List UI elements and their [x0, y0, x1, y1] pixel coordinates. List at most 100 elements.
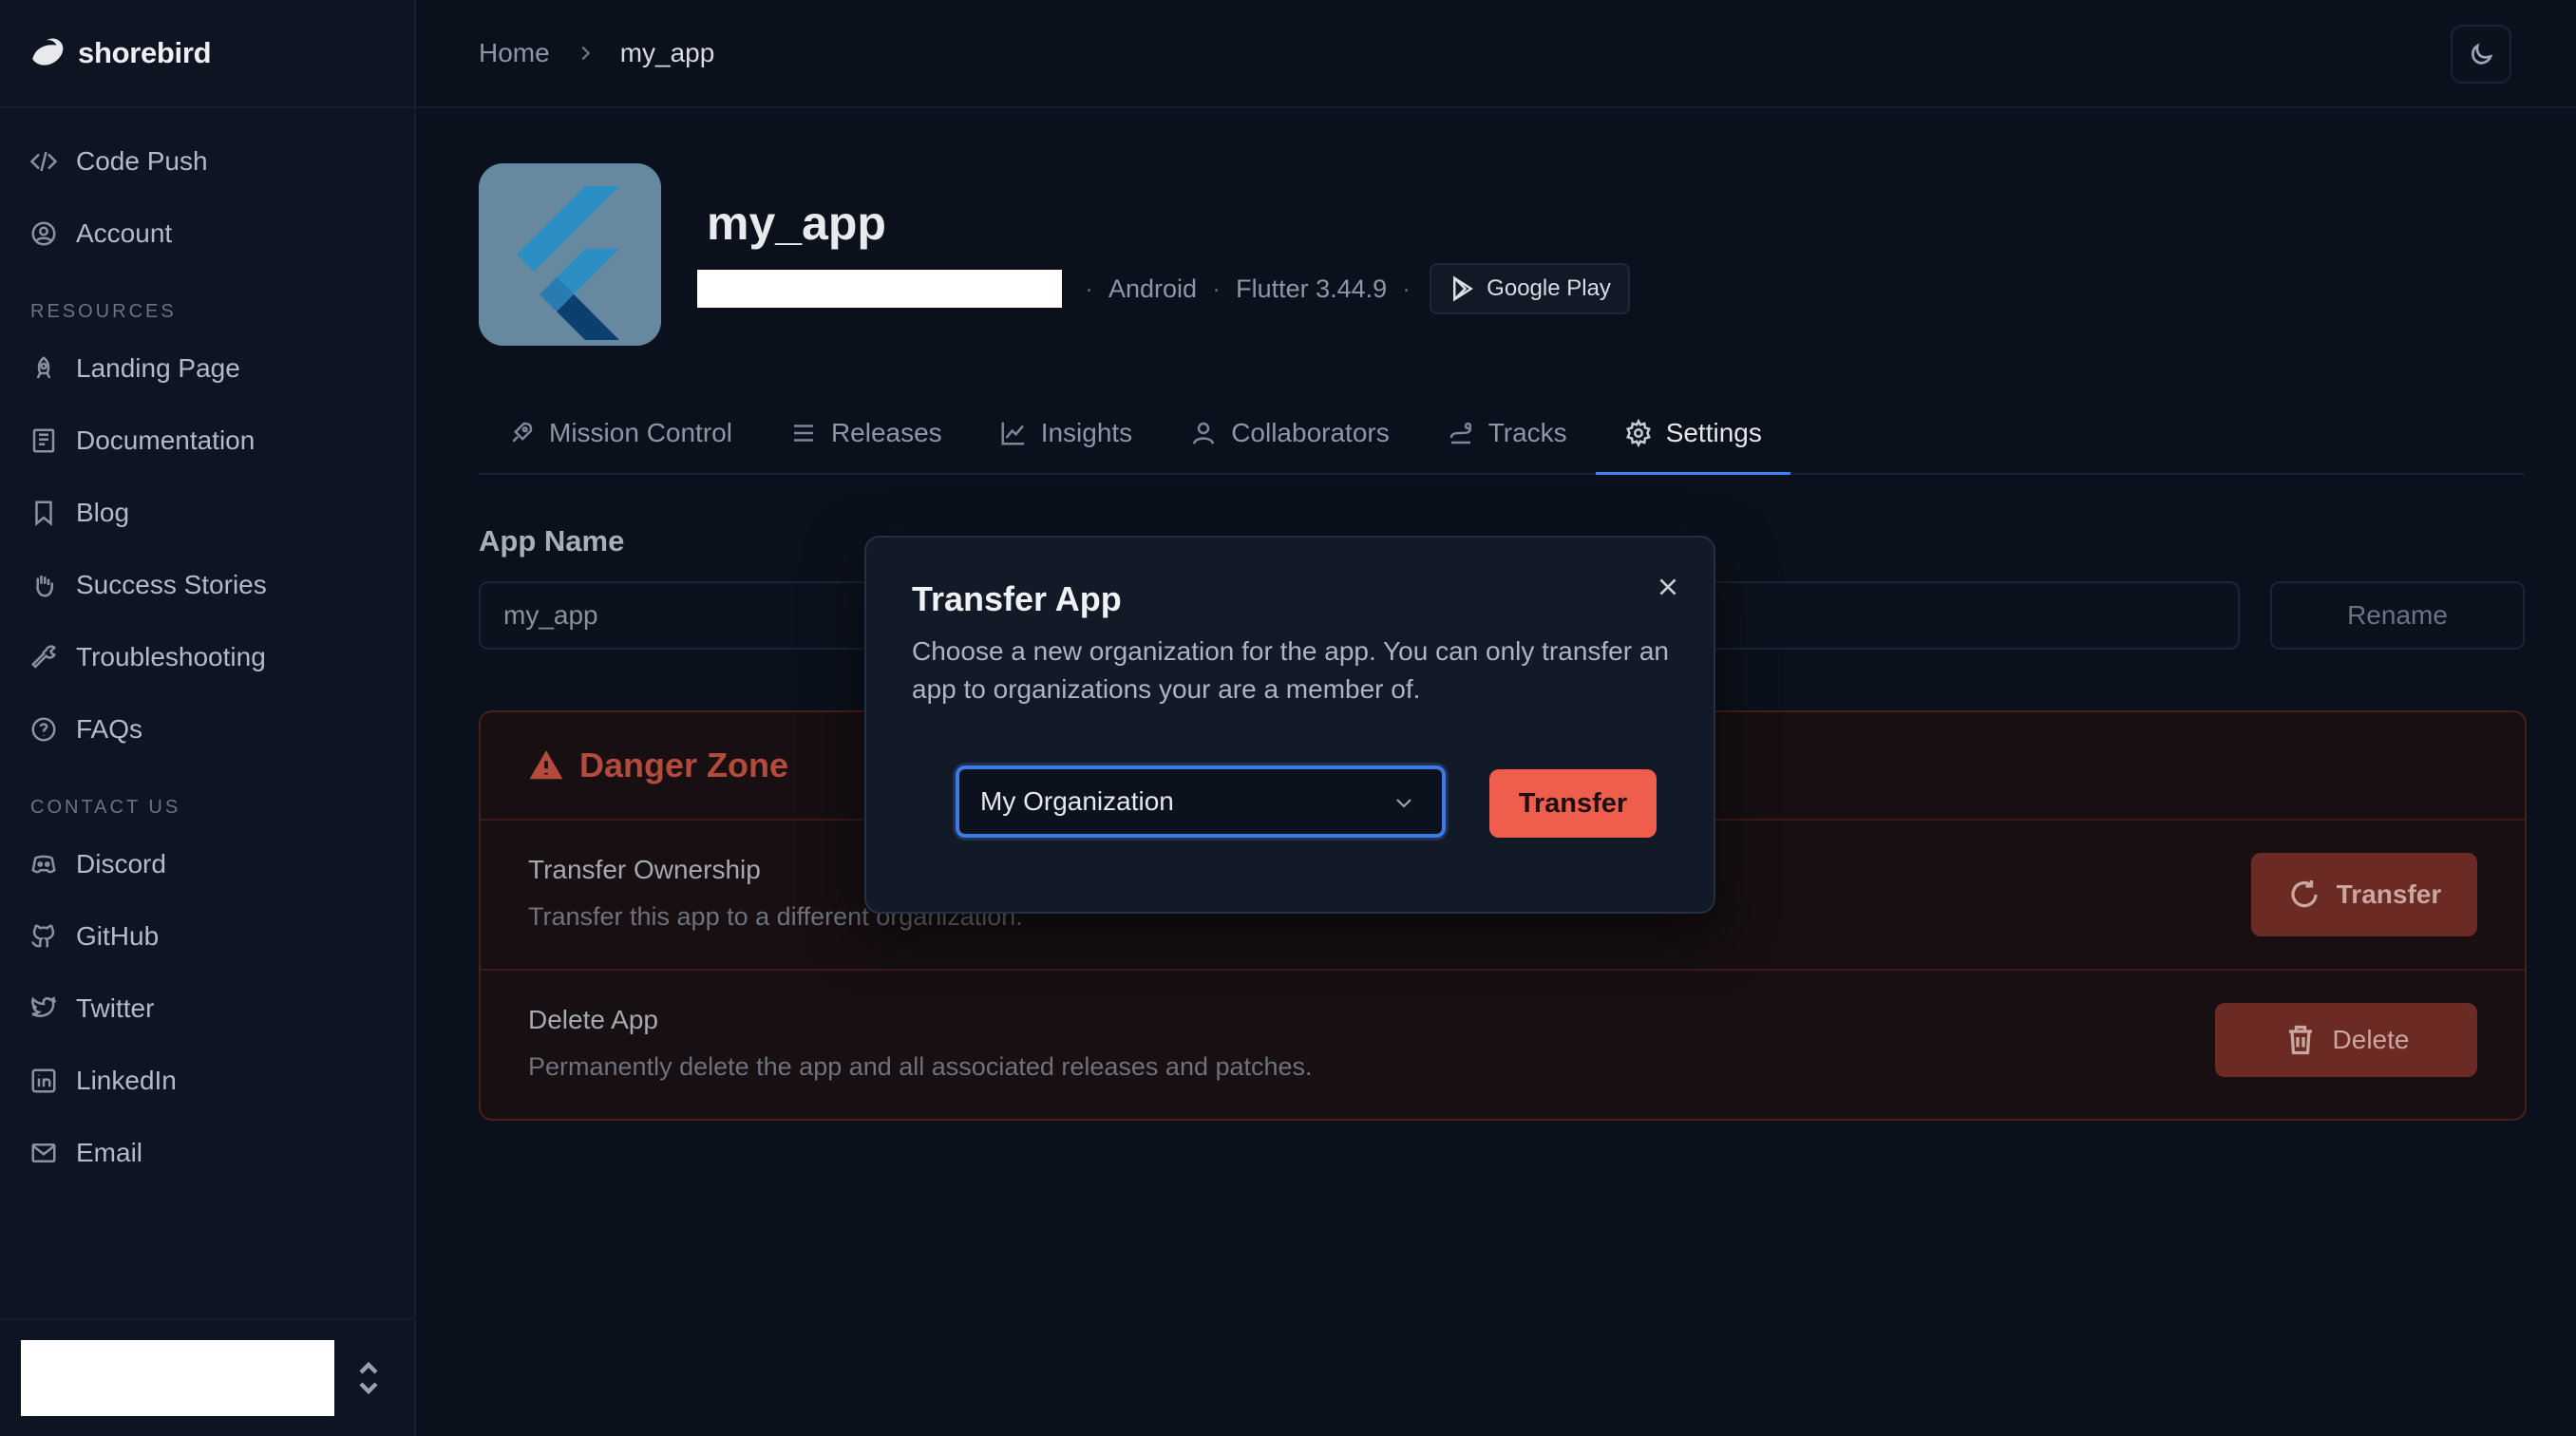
top-header: Home my_app — [416, 0, 2576, 108]
shorebird-logo-icon — [32, 38, 64, 66]
flutter-logo-icon — [479, 163, 661, 346]
redacted-block — [697, 270, 1062, 308]
tab-label: Collaborators — [1231, 418, 1390, 447]
store-label: Google Play — [1487, 275, 1611, 301]
sidebar-item-label: Success Stories — [76, 570, 267, 599]
chevron-up-down-icon — [355, 1359, 382, 1397]
sidebar-item-label: Twitter — [76, 993, 155, 1023]
section-label-resources: RESOURCES — [30, 301, 177, 322]
sidebar-item-discord[interactable]: Discord — [0, 828, 414, 900]
selected-organization: My Organization — [980, 786, 1174, 816]
tab-label: Releases — [830, 418, 942, 447]
breadcrumb-current: my_app — [619, 38, 715, 67]
transfer-ownership-button[interactable]: Transfer — [2251, 853, 2477, 936]
rename-button[interactable]: Rename — [2270, 581, 2525, 650]
tab-label: Mission Control — [549, 418, 732, 447]
platform-label: Android — [1108, 274, 1198, 303]
sidebar-item-github[interactable]: GitHub — [0, 900, 414, 973]
tab-label: Settings — [1665, 418, 1762, 447]
sidebar-item-troubleshooting[interactable]: Troubleshooting — [0, 621, 414, 693]
account-icon — [28, 218, 59, 249]
account-switcher[interactable] — [0, 1318, 414, 1436]
sidebar-item-faqs[interactable]: FAQs — [0, 693, 414, 765]
breadcrumb-home[interactable]: Home — [479, 38, 550, 68]
chevron-down-icon — [1396, 799, 1411, 808]
hand-icon — [28, 570, 59, 600]
sidebar-item-label: Landing Page — [76, 353, 240, 383]
delete-app-row: Delete App Permanently delete the app an… — [481, 971, 2525, 1121]
sidebar-item-label: Account — [76, 218, 173, 248]
sidebar: shorebird Code Push Account RESOURCES La… — [0, 0, 416, 1436]
help-icon — [28, 714, 59, 745]
github-icon — [28, 921, 59, 952]
tab-releases[interactable]: Releases — [761, 393, 971, 473]
delete-app-button[interactable]: Delete — [2215, 1003, 2477, 1077]
dialog-description: Choose a new organization for the app. Y… — [912, 636, 1669, 704]
confirm-transfer-button[interactable]: Transfer — [1489, 769, 1657, 838]
play-icon — [1453, 275, 1474, 302]
dialog-title: Transfer App — [912, 579, 1122, 618]
moon-icon — [2472, 43, 2493, 65]
sidebar-item-account[interactable]: Account — [0, 198, 414, 270]
separator-dot: · — [1085, 274, 1093, 303]
twitter-icon — [28, 993, 59, 1024]
sidebar-item-landing-page[interactable]: Landing Page — [0, 332, 414, 405]
rocket-icon — [28, 353, 59, 384]
sidebar-item-label: Discord — [76, 849, 166, 879]
redacted-block — [21, 1340, 334, 1416]
separator-dot: · — [1402, 274, 1411, 303]
app-icon — [479, 163, 661, 346]
danger-zone-title: Danger Zone — [579, 746, 789, 784]
mail-icon — [28, 1138, 59, 1168]
rocket-icon — [512, 422, 533, 443]
tab-tracks[interactable]: Tracks — [1418, 393, 1596, 473]
close-button[interactable] — [1651, 570, 1685, 604]
warning-icon — [529, 750, 563, 780]
transfer-app-dialog: Transfer App Choose a new organization f… — [864, 536, 1715, 914]
transfer-ownership-title: Transfer Ownership — [528, 855, 761, 884]
sidebar-item-email[interactable]: Email — [0, 1117, 414, 1189]
discord-icon — [28, 849, 59, 879]
tab-insights[interactable]: Insights — [971, 393, 1162, 473]
refresh-icon — [2291, 880, 2318, 908]
tab-collaborators[interactable]: Collaborators — [1161, 393, 1418, 473]
book-icon — [28, 425, 59, 456]
sidebar-item-label: GitHub — [76, 921, 160, 951]
bookmark-icon — [28, 498, 59, 528]
user-icon — [1192, 422, 1215, 444]
sidebar-item-linkedin[interactable]: LinkedIn — [0, 1045, 414, 1117]
organization-select[interactable]: My Organization — [956, 765, 1446, 838]
sidebar-item-label: Blog — [76, 498, 130, 527]
sidebar-item-code-push[interactable]: Code Push — [0, 125, 414, 198]
brand-name: shorebird — [78, 36, 212, 69]
sidebar-item-label: Troubleshooting — [76, 642, 266, 671]
app-title: my_app — [707, 197, 886, 250]
tab-mission-control[interactable]: Mission Control — [479, 393, 761, 473]
button-label: Delete — [2332, 1025, 2410, 1054]
app-meta: · Android · Flutter 3.44.9 · Google Play — [697, 262, 1630, 315]
button-label: Transfer — [2336, 879, 2442, 909]
trash-icon — [2288, 1025, 2312, 1055]
gear-icon — [1625, 419, 1651, 447]
flutter-version: Flutter 3.44.9 — [1236, 274, 1388, 303]
sidebar-item-blog[interactable]: Blog — [0, 477, 414, 549]
sidebar-item-label: Documentation — [76, 425, 256, 455]
tab-label: Tracks — [1487, 418, 1567, 447]
delete-app-desc: Permanently delete the app and all assoc… — [528, 1052, 1313, 1081]
wrench-icon — [28, 642, 59, 672]
sidebar-item-twitter[interactable]: Twitter — [0, 973, 414, 1045]
list-icon — [793, 425, 813, 442]
sidebar-item-documentation[interactable]: Documentation — [0, 405, 414, 477]
separator-dot: · — [1212, 274, 1222, 303]
delete-app-title: Delete App — [528, 1005, 658, 1034]
google-play-link[interactable]: Google Play — [1430, 263, 1630, 314]
app-root: shorebird Code Push Account RESOURCES La… — [0, 0, 2576, 1436]
sidebar-item-label: Code Push — [76, 146, 208, 176]
theme-toggle-button[interactable] — [2451, 25, 2511, 84]
sidebar-item-success-stories[interactable]: Success Stories — [0, 549, 414, 621]
chart-icon — [1001, 422, 1024, 445]
app-name-label: App Name — [479, 524, 625, 557]
brand[interactable]: shorebird — [0, 0, 414, 108]
tab-settings[interactable]: Settings — [1595, 393, 1791, 475]
sidebar-nav: Code Push Account RESOURCES Landing Page… — [0, 108, 414, 1189]
